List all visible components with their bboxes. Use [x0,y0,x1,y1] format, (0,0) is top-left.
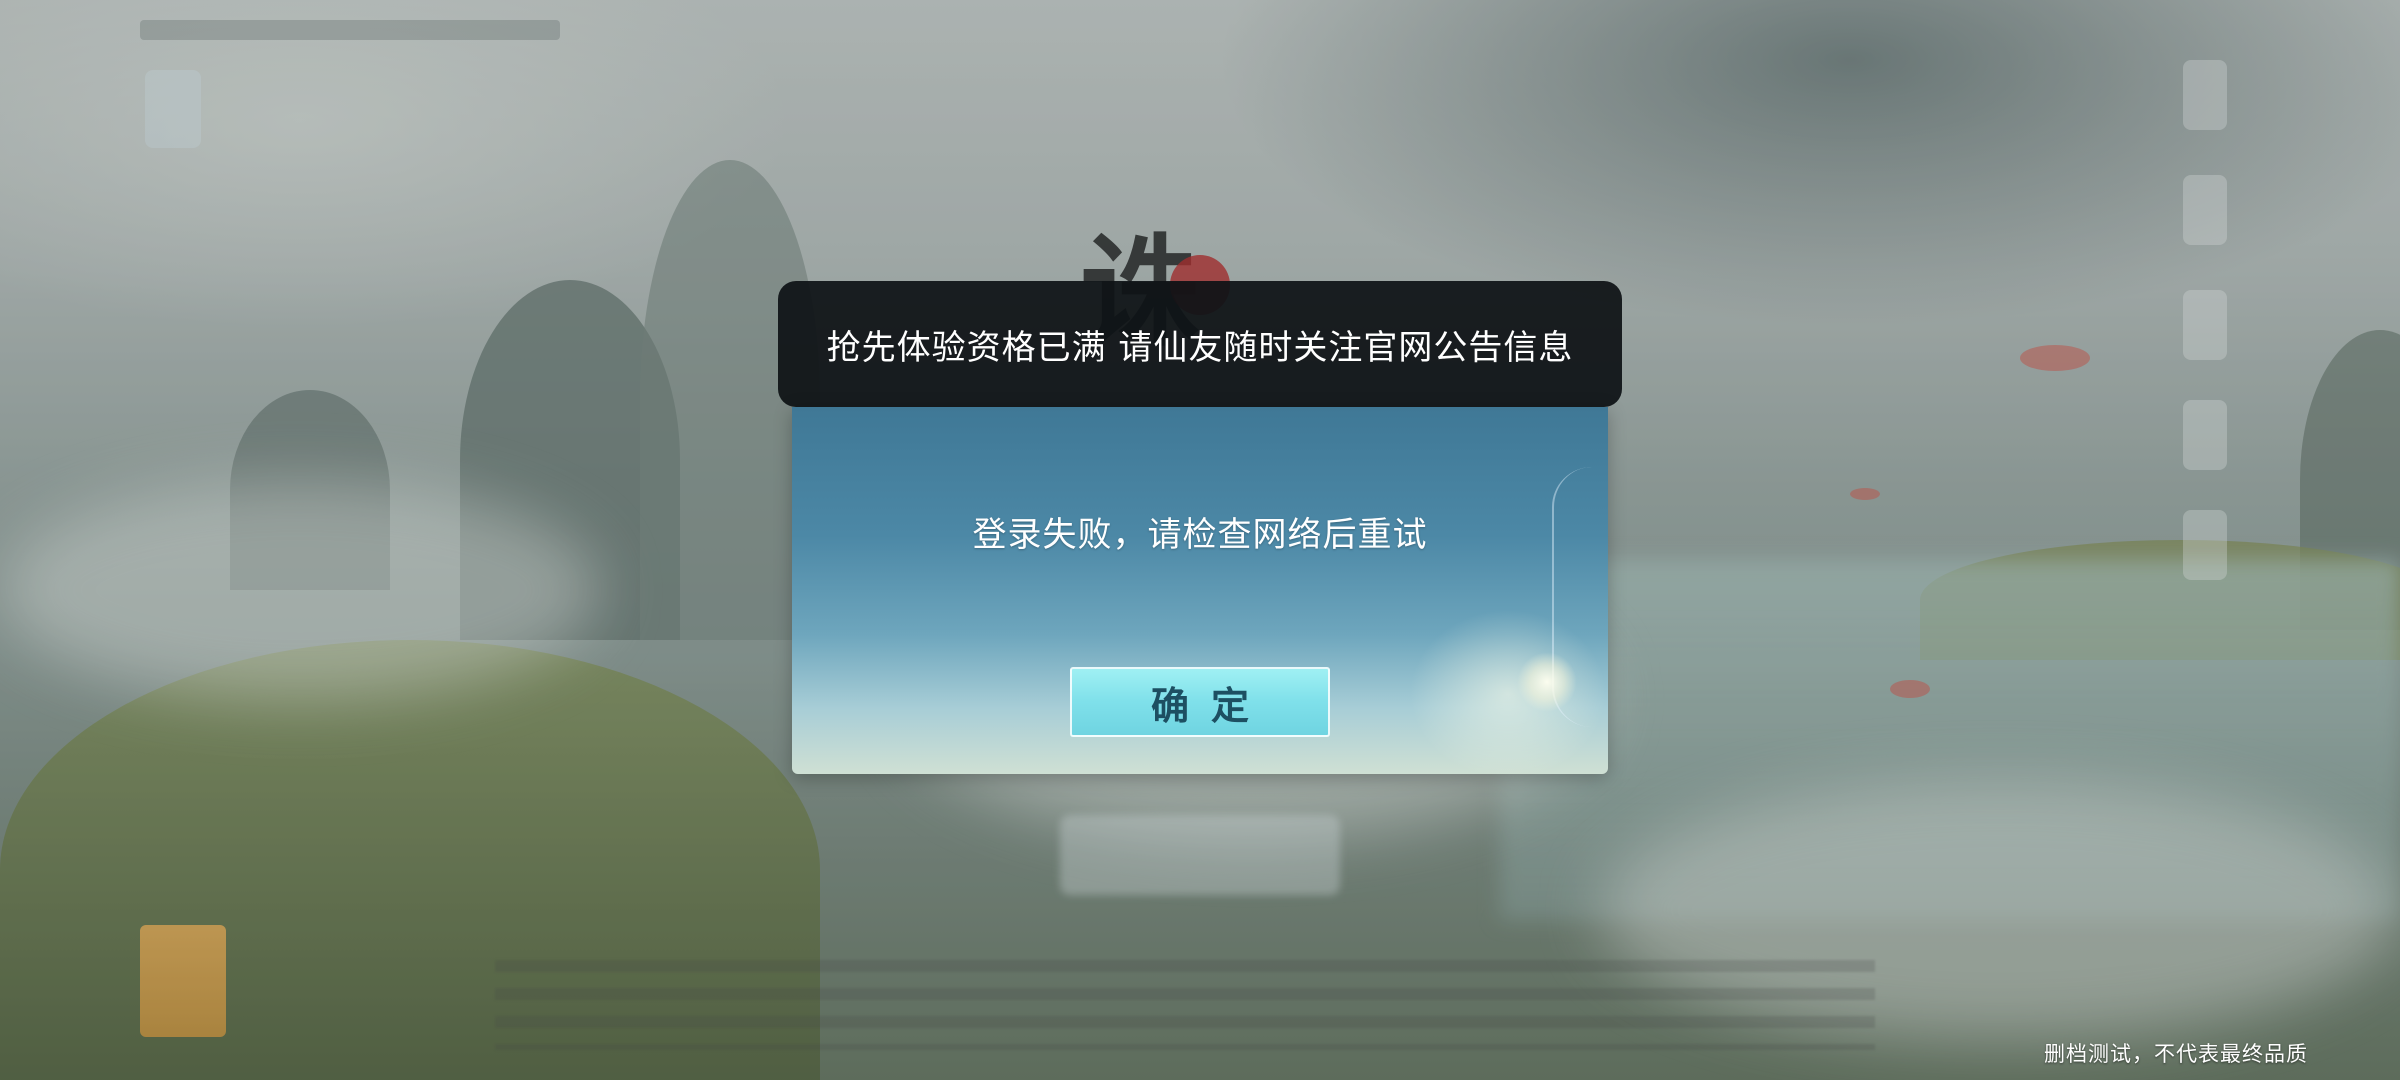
confirm-button[interactable]: 确定 [1070,667,1330,737]
notice-banner: 抢先体验资格已满 请仙友随时关注官网公告信息 [778,281,1622,407]
notice-banner-text: 抢先体验资格已满 请仙友随时关注官网公告信息 [826,327,1574,368]
test-watermark: 删档测试，不代表最终品质 [2044,1042,2308,1066]
flower-decoration [1517,652,1577,712]
confirm-button-label: 确定 [1150,682,1271,728]
dialog-message: 登录失败，请检查网络后重试 [972,515,1428,555]
error-dialog: 登录失败，请检查网络后重试 确定 [792,407,1608,774]
